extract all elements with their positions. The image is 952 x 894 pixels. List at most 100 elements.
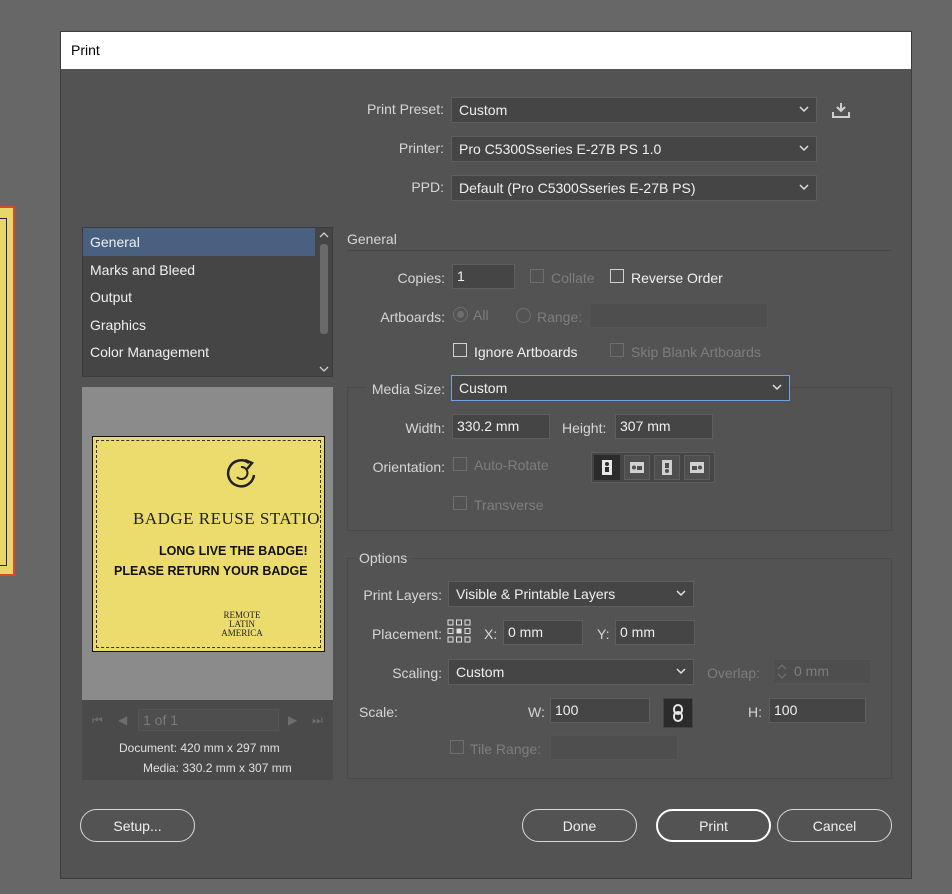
print-dialog: Print Print Preset: Custom Printer: Pro … <box>60 31 912 879</box>
skip-blank-label: Skip Blank Artboards <box>631 344 761 360</box>
landscape-icon[interactable] <box>624 455 650 480</box>
auto-rotate-checkbox[interactable] <box>453 457 467 471</box>
tile-range-label: Tile Range: <box>470 741 542 757</box>
stepper-arrows-icon[interactable] <box>776 661 788 682</box>
y-input[interactable]: 0 mm <box>615 620 695 645</box>
ppd-value: Default (Pro C5300Sseries E-27B PS) <box>459 180 696 196</box>
artboards-label: Artboards: <box>380 309 445 325</box>
print-button[interactable]: Print <box>656 809 771 842</box>
skip-blank-checkbox[interactable] <box>610 343 624 357</box>
printer-value: Pro C5300Sseries E-27B PS 1.0 <box>459 141 662 157</box>
x-input[interactable]: 0 mm <box>503 620 583 645</box>
chevron-down-icon[interactable] <box>319 365 329 373</box>
print-layers-select[interactable]: Visible & Printable Layers <box>448 581 694 607</box>
w-label: W: <box>528 704 545 720</box>
media-size-select[interactable]: Custom <box>451 375 790 401</box>
flipped-portrait-icon[interactable] <box>654 455 680 480</box>
ignore-artboards-label: Ignore Artboards <box>474 344 578 360</box>
print-preset-value: Custom <box>459 102 508 118</box>
h-label: H: <box>748 704 762 720</box>
all-artboards-label: All <box>473 307 489 323</box>
prev-page-icon[interactable]: ◀ <box>118 713 132 727</box>
chevron-up-icon[interactable] <box>319 231 329 239</box>
copies-label: Copies: <box>397 270 445 286</box>
page-indicator[interactable]: 1 of 1 <box>138 709 279 731</box>
sidebar-item-graphics[interactable]: Graphics <box>83 311 332 339</box>
category-list: General Marks and Bleed Output Graphics … <box>82 227 333 377</box>
chevron-down-icon <box>799 184 809 191</box>
artwork-preview: BADGE REUSE STATIO LONG LIVE THE BADGE! … <box>92 436 325 652</box>
collate-label: Collate <box>551 270 595 286</box>
badge-line-2: PLEASE RETURN YOUR BADGE <box>114 564 308 578</box>
sidebar-item-general[interactable]: General <box>83 228 315 256</box>
last-page-icon[interactable]: ⏭ <box>312 713 326 727</box>
sidebar-item-color-management[interactable]: Color Management <box>83 338 332 366</box>
list-scrollbar[interactable] <box>316 228 332 376</box>
placement-label: Placement: <box>371 626 442 642</box>
badge-line-1: LONG LIVE THE BADGE! <box>159 544 308 558</box>
scroll-thumb[interactable] <box>320 244 328 334</box>
width-input[interactable]: 330.2 mm <box>452 414 550 439</box>
height-input[interactable]: 307 mm <box>615 414 713 439</box>
scale-height-input[interactable]: 100 <box>769 698 866 723</box>
range-input[interactable] <box>589 303 768 328</box>
tile-range-input[interactable] <box>550 735 678 760</box>
print-preset-select[interactable]: Custom <box>451 97 817 123</box>
background-artboard <box>0 206 15 576</box>
scaling-value: Custom <box>456 664 505 680</box>
chain-link-icon <box>673 704 683 722</box>
range-radio[interactable] <box>516 308 531 323</box>
transverse-checkbox[interactable] <box>453 496 467 510</box>
copies-input[interactable]: 1 <box>452 264 515 289</box>
save-preset-icon[interactable] <box>831 101 851 119</box>
next-page-icon[interactable]: ▶ <box>288 713 302 727</box>
scale-label: Scale: <box>359 704 398 720</box>
printer-label: Printer: <box>398 140 444 156</box>
orientation-buttons <box>591 452 715 483</box>
first-page-icon[interactable]: ⏮ <box>92 713 106 727</box>
orientation-label: Orientation: <box>372 459 445 475</box>
chevron-down-icon <box>772 384 782 391</box>
constrain-proportions-button[interactable] <box>663 698 693 728</box>
options-section-title: Options <box>355 550 412 566</box>
chevron-down-icon <box>799 106 809 113</box>
portrait-icon[interactable] <box>594 455 620 480</box>
scaling-select[interactable]: Custom <box>448 659 694 685</box>
y-label: Y: <box>597 626 610 642</box>
setup-button[interactable]: Setup... <box>80 809 195 842</box>
auto-rotate-label: Auto-Rotate <box>474 457 549 473</box>
scale-width-input[interactable]: 100 <box>550 698 650 723</box>
chevron-down-icon <box>676 590 686 597</box>
media-size-label: Media Size: <box>365 381 445 397</box>
ppd-label: PPD: <box>411 179 444 195</box>
flipped-landscape-icon[interactable] <box>684 455 710 480</box>
all-artboards-radio[interactable] <box>453 307 468 322</box>
printer-select[interactable]: Pro C5300Sseries E-27B PS 1.0 <box>451 136 817 162</box>
media-size-info: Media: 330.2 mm x 307 mm <box>143 761 292 775</box>
media-size-value: Custom <box>459 380 508 396</box>
transverse-label: Transverse <box>474 497 544 513</box>
overlap-stepper[interactable]: 0 mm <box>773 659 871 684</box>
general-section-title: General <box>347 231 397 247</box>
range-label: Range: <box>537 309 583 325</box>
preview-area[interactable]: BADGE REUSE STATIO LONG LIVE THE BADGE! … <box>82 387 333 700</box>
print-preset-label: Print Preset: <box>366 101 444 117</box>
done-button[interactable]: Done <box>522 809 637 842</box>
overlap-label: Overlap: <box>707 665 760 681</box>
preview-pane: BADGE REUSE STATIO LONG LIVE THE BADGE! … <box>82 387 333 780</box>
tile-range-checkbox[interactable] <box>450 740 464 754</box>
badge-title: BADGE REUSE STATIO <box>133 509 321 528</box>
reverse-order-label: Reverse Order <box>631 270 723 286</box>
cancel-button[interactable]: Cancel <box>777 809 892 842</box>
sidebar-item-marks-and-bleed[interactable]: Marks and Bleed <box>83 256 332 284</box>
ignore-artboards-checkbox[interactable] <box>453 343 467 357</box>
sidebar-item-output[interactable]: Output <box>83 283 332 311</box>
print-layers-label: Print Layers: <box>363 587 442 603</box>
collate-checkbox[interactable] <box>530 269 544 283</box>
width-label: Width: <box>405 420 445 436</box>
x-label: X: <box>484 626 498 642</box>
placement-grid-icon[interactable] <box>447 619 471 643</box>
scaling-label: Scaling: <box>392 665 442 681</box>
ppd-select[interactable]: Default (Pro C5300Sseries E-27B PS) <box>451 175 817 201</box>
reverse-order-checkbox[interactable] <box>610 269 624 283</box>
